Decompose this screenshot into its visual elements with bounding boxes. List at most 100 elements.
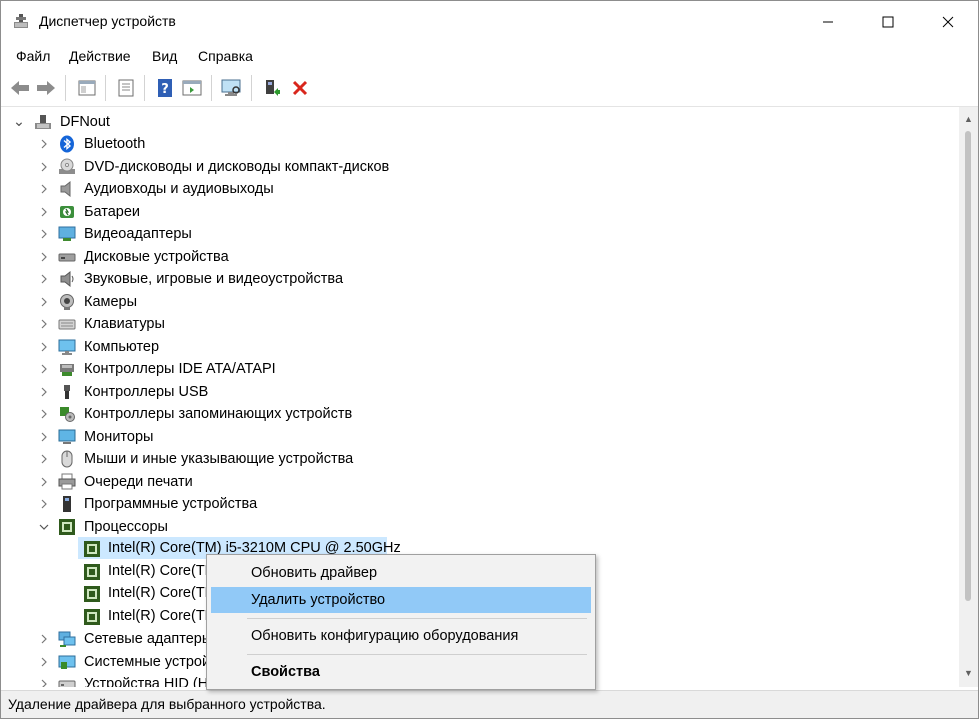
chevron-right-icon[interactable]	[38, 426, 50, 448]
chevron-right-icon[interactable]	[38, 223, 50, 245]
ctx-properties[interactable]: Свойства	[211, 659, 591, 685]
chevron-right-icon[interactable]	[38, 291, 50, 313]
menu-action[interactable]: Действие	[69, 48, 131, 64]
display-adapter-icon	[58, 225, 76, 241]
toolbar-separator	[144, 75, 145, 101]
menu-file[interactable]: Файл	[16, 48, 50, 64]
category-label: Звуковые, игровые и видеоустройства	[84, 271, 344, 287]
chevron-right-icon[interactable]	[38, 628, 50, 650]
category-label: Компьютер	[84, 338, 160, 355]
tree-category-row[interactable]: Компьютер	[1, 336, 421, 358]
minimize-button[interactable]	[798, 1, 858, 43]
category-label: Видеоадаптеры	[84, 226, 192, 242]
processor-item[interactable]: Intel(R) Core(TM	[78, 605, 217, 627]
chevron-right-icon[interactable]	[38, 313, 50, 335]
category-label: DVD-дисководы и дисководы компакт-дисков	[84, 158, 390, 175]
chevron-right-icon[interactable]	[38, 471, 50, 493]
chevron-right-icon[interactable]	[38, 493, 50, 515]
processor-label: Intel(R) Core(TM	[108, 608, 217, 624]
update-driver-button[interactable]	[260, 76, 284, 100]
chevron-right-icon[interactable]	[38, 381, 50, 403]
tree-category-row[interactable]: Процессоры	[1, 516, 421, 538]
tree-category-row[interactable]: DVD-дисководы и дисководы компакт-дисков	[1, 156, 421, 178]
software-device-icon	[58, 495, 76, 512]
category-label: Дисковые устройства	[84, 248, 229, 265]
processor-icon	[83, 563, 101, 580]
processor-item[interactable]: Intel(R) Core(TM	[78, 582, 217, 604]
uninstall-button[interactable]	[288, 76, 312, 100]
tree-category-row[interactable]: Очереди печати	[1, 471, 421, 493]
disk-drive-icon	[58, 248, 76, 264]
properties-button[interactable]	[114, 76, 138, 100]
scroll-thumb[interactable]	[965, 131, 971, 601]
tree-category-row[interactable]: Программные устройства	[1, 493, 421, 515]
help-icon: ?	[158, 79, 172, 97]
computer-root-icon	[34, 114, 52, 130]
close-button[interactable]	[918, 1, 978, 43]
ctx-update-driver[interactable]: Обновить драйвер	[211, 560, 591, 586]
chevron-down-icon[interactable]	[38, 516, 50, 538]
vertical-scrollbar[interactable]: ▲ ▼	[959, 107, 978, 687]
battery-icon	[58, 203, 76, 219]
help-button[interactable]: ?	[153, 76, 177, 100]
menu-help[interactable]: Справка	[198, 48, 253, 64]
action-pane-button[interactable]	[180, 76, 204, 100]
tree-category-row[interactable]: Батареи	[1, 201, 421, 223]
ctx-scan-hardware[interactable]: Обновить конфигурацию оборудования	[211, 623, 591, 649]
tree-category-row[interactable]: Bluetooth	[1, 133, 421, 155]
tree-category-row[interactable]: Видеоадаптеры	[1, 223, 421, 245]
context-menu: Обновить драйвер Удалить устройство Обно…	[206, 554, 596, 690]
chevron-right-icon[interactable]	[38, 268, 50, 290]
chevron-right-icon[interactable]	[38, 651, 50, 673]
sound-icon	[58, 270, 76, 288]
chevron-right-icon[interactable]	[38, 448, 50, 470]
processor-label: Intel(R) Core(TM	[108, 585, 217, 601]
minimize-icon	[823, 21, 833, 23]
computer-icon	[58, 338, 76, 355]
network-adapter-icon	[58, 630, 76, 647]
maximize-button[interactable]	[858, 1, 918, 43]
ctx-uninstall-device[interactable]: Удалить устройство	[211, 587, 591, 613]
tree-category-row[interactable]: Контроллеры IDE ATA/ATAPI	[1, 358, 421, 380]
tree-category-row[interactable]: Мыши и иные указывающие устройства	[1, 448, 421, 470]
tree-category-row[interactable]: Контроллеры USB	[1, 381, 421, 403]
menu-view[interactable]: Вид	[152, 48, 177, 64]
forward-button[interactable]	[34, 76, 58, 100]
tree-root[interactable]: ⌄ DFNout	[1, 111, 301, 133]
svg-text:?: ?	[161, 82, 169, 97]
tree-category-row[interactable]: Мониторы	[1, 426, 421, 448]
category-label: Программные устройства	[84, 496, 258, 512]
chevron-right-icon[interactable]	[38, 358, 50, 380]
chevron-right-icon[interactable]	[38, 201, 50, 223]
category-label: Очереди печати	[84, 473, 193, 490]
chevron-right-icon[interactable]	[38, 156, 50, 178]
chevron-right-icon[interactable]	[38, 133, 50, 155]
tree-category-row[interactable]: Камеры	[1, 291, 421, 313]
chevron-right-icon[interactable]	[38, 403, 50, 425]
tree-category-row[interactable]: Звуковые, игровые и видеоустройства	[1, 268, 421, 290]
back-button[interactable]	[8, 76, 32, 100]
chevron-down-icon[interactable]: ⌄	[13, 111, 25, 133]
chevron-right-icon[interactable]	[38, 336, 50, 358]
device-manager-window: Диспетчер устройств Файл Действие Вид Сп…	[0, 0, 979, 719]
tree-category-row[interactable]: Контроллеры запоминающих устройств	[1, 403, 421, 425]
console-tree-button[interactable]	[75, 76, 99, 100]
chevron-right-icon[interactable]	[38, 178, 50, 200]
processor-item[interactable]: Intel(R) Core(TM	[78, 560, 217, 582]
tree-category-row[interactable]: Клавиатуры	[1, 313, 421, 335]
properties-icon	[118, 79, 134, 97]
ctx-uninstall-device-label: Удалить устройство	[251, 592, 386, 608]
tree-category-row[interactable]: Аудиовходы и аудиовыходы	[1, 178, 421, 200]
processor-label: Intel(R) Core(TM	[108, 563, 217, 579]
tree-category-row[interactable]: Дисковые устройства	[1, 246, 421, 268]
category-label: Контроллеры запоминающих устройств	[84, 406, 353, 422]
scroll-down-icon[interactable]: ▼	[959, 663, 978, 683]
forward-icon	[37, 81, 55, 95]
chevron-right-icon[interactable]	[38, 673, 50, 687]
close-icon	[942, 16, 954, 28]
device-manager-app-icon	[13, 13, 29, 29]
chevron-right-icon[interactable]	[38, 246, 50, 268]
scroll-up-icon[interactable]: ▲	[959, 109, 978, 129]
category-label: Процессоры	[84, 518, 168, 535]
scan-hardware-button[interactable]	[220, 76, 244, 100]
